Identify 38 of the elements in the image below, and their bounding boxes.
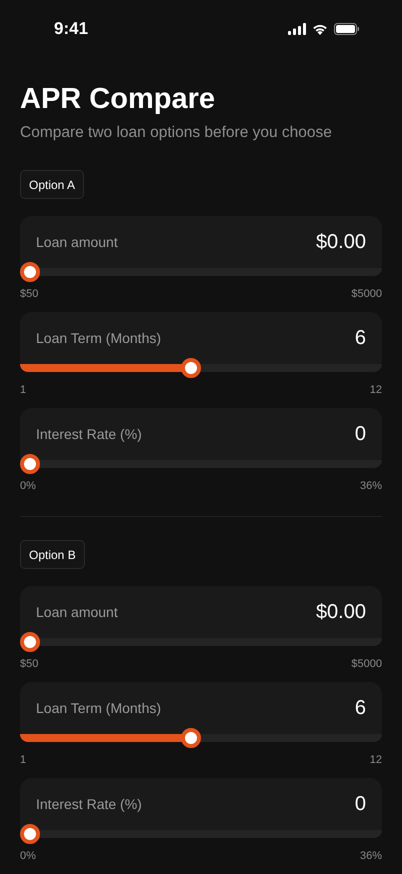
range-min-label: 1: [20, 383, 26, 397]
option-label: Option B: [20, 540, 85, 569]
range-min-label: 0%: [20, 479, 36, 493]
range-min-label: 0%: [20, 849, 36, 863]
field-label: Loan amount: [36, 234, 118, 250]
range-max-label: 12: [370, 753, 382, 767]
range-min-label: $50: [20, 287, 38, 301]
field-label: Interest Rate (%): [36, 426, 142, 442]
field-label: Interest Rate (%): [36, 796, 142, 812]
page-subtitle: Compare two loan options before you choose: [20, 123, 333, 143]
field-label: Loan Term (Months): [36, 330, 162, 346]
field-value: $0.00: [316, 600, 366, 624]
slider-thumb[interactable]: [20, 632, 40, 652]
page-title: APR Compare: [20, 82, 216, 117]
slider-thumb[interactable]: [180, 728, 201, 748]
range-max-label: 36%: [360, 479, 382, 493]
range-max-label: 12: [370, 383, 382, 397]
field-label: Loan amount: [36, 604, 118, 620]
slider-thumb[interactable]: [180, 358, 201, 378]
slider-thumb[interactable]: [20, 262, 40, 282]
range-min-label: 1: [20, 753, 26, 767]
signal-icon: [288, 23, 306, 35]
status-time: 9:41: [54, 19, 88, 39]
field-value: 0: [354, 792, 366, 816]
field-value: 6: [354, 696, 366, 720]
range-min-label: $50: [20, 657, 38, 671]
field-value: 0: [354, 422, 366, 446]
battery-icon: [334, 23, 360, 35]
range-max-label: $5000: [351, 657, 382, 671]
slider-thumb[interactable]: [20, 824, 40, 844]
field-value: 6: [354, 326, 366, 350]
field-value: $0.00: [316, 230, 366, 254]
range-max-label: $5000: [351, 287, 382, 301]
field-label: Loan Term (Months): [36, 700, 162, 716]
wifi-icon: [312, 23, 328, 35]
option-label: Option A: [20, 170, 84, 199]
slider-thumb[interactable]: [20, 454, 40, 474]
range-max-label: 36%: [360, 849, 382, 863]
